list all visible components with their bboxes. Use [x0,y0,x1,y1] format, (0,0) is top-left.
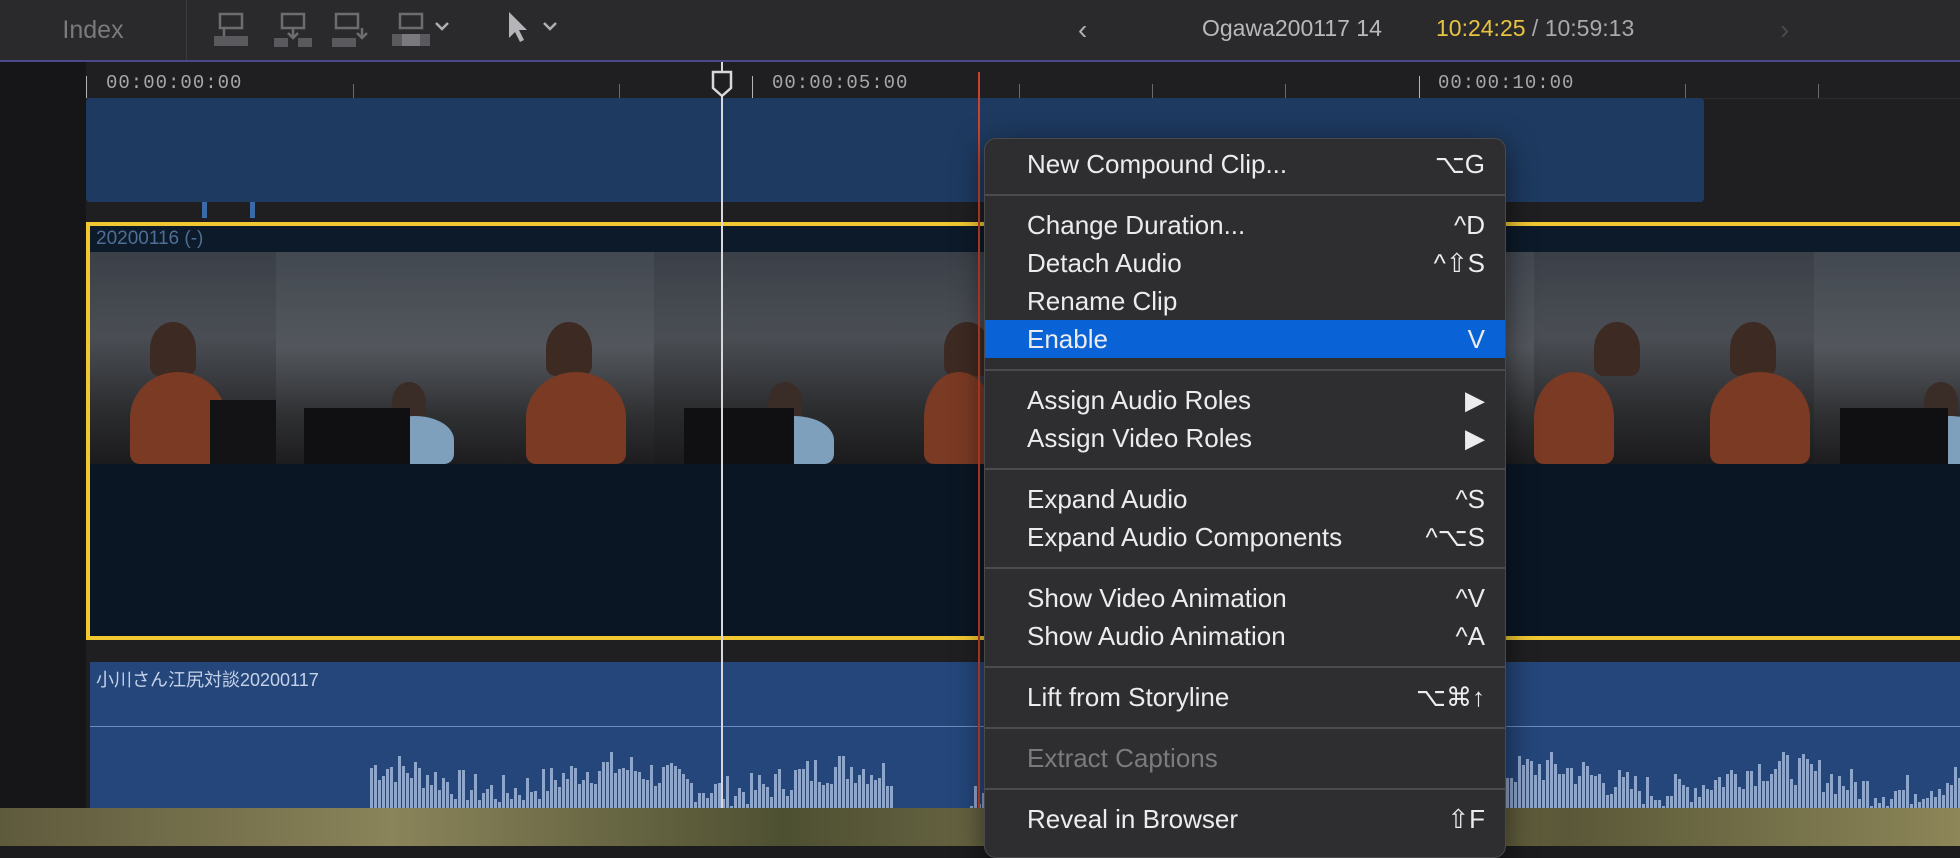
menu-item-assign-video-roles[interactable]: Assign Video Roles ▶ [985,419,1505,457]
submenu-arrow-icon: ▶ [1465,385,1485,415]
clip-connector [202,202,207,218]
menu-item-shortcut: ^S [1455,484,1485,514]
video-clip-name: 20200116 (-) [96,228,204,249]
project-name: Ogawa200117 14 [1202,15,1382,41]
ruler-tick [1685,84,1686,98]
ruler-tick [86,76,87,98]
menu-item-expand-audio[interactable]: Expand Audio ^S [985,480,1505,518]
menu-item-label: Expand Audio [1027,484,1188,514]
menu-item-shortcut: ⇧F [1447,804,1485,834]
clip-connector [250,202,255,218]
menu-item-show-audio-animation[interactable]: Show Audio Animation ^A [985,617,1505,655]
timecode-display: 10:24:25 / 10:59:13 [1436,15,1634,42]
video-thumbnail [654,252,994,464]
select-tool-icon[interactable] [506,10,530,44]
menu-item-reveal-in-browser[interactable]: Reveal in Browser ⇧F [985,800,1505,838]
ruler-tick [619,84,620,98]
menu-separator [985,788,1505,790]
dropdown-chevron-icon[interactable] [434,20,450,32]
ruler-tick [1818,84,1819,98]
timecode-total: 10:59:13 [1544,15,1635,41]
ruler-label: 00:00:05:00 [772,72,909,94]
menu-separator [985,468,1505,470]
submenu-arrow-icon: ▶ [1465,423,1485,453]
menu-item-label: Reveal in Browser [1027,804,1238,834]
video-thumbnail [90,252,276,464]
timecode-current: 10:24:25 [1436,15,1526,41]
menu-item-show-video-animation[interactable]: Show Video Animation ^V [985,579,1505,617]
previous-project-button[interactable]: ‹ [1078,14,1087,46]
menu-item-label: Show Video Animation [1027,583,1287,613]
viewer-background-strip [0,808,1960,846]
menu-item-shortcut: V [1467,324,1485,354]
timeline-ruler[interactable]: 00:00:00:00 00:00:05:00 00:00:10:00 [86,62,1960,99]
menu-item-shortcut: ^⇧S [1433,248,1485,278]
menu-item-label: Assign Audio Roles [1027,385,1252,415]
playhead[interactable] [721,62,723,808]
dropdown-chevron-icon[interactable] [542,20,558,32]
menu-item-label: Detach Audio [1027,248,1182,278]
menu-item-detach-audio[interactable]: Detach Audio ^⇧S [985,244,1505,282]
ruler-tick [353,84,354,98]
index-button[interactable]: Index [0,0,187,60]
overwrite-clip-icon[interactable] [392,12,430,48]
menu-item-label: Extract Captions [1027,743,1218,773]
insert-clip-icon[interactable] [274,12,312,48]
playhead-handle[interactable] [711,70,733,103]
menu-item-change-duration[interactable]: Change Duration... ^D [985,206,1505,244]
menu-item-enable[interactable]: Enable V [985,320,1505,358]
ruler-tick [1285,84,1286,98]
menu-item-shortcut: ^V [1455,583,1485,613]
menu-item-label: Lift from Storyline [1027,682,1230,712]
menu-separator [985,369,1505,371]
ruler-label: 00:00:00:00 [106,72,243,94]
video-thumbnail [1534,252,1814,464]
ruler-tick [1152,84,1153,98]
clip-context-menu: New Compound Clip... ⌥G Change Duration...… [984,138,1506,858]
menu-separator [985,666,1505,668]
menu-item-lift-from-storyline[interactable]: Lift from Storyline ⌥⌘↑ [985,678,1505,716]
next-project-button[interactable]: › [1780,14,1789,46]
menu-item-extract-captions: Extract Captions [985,739,1505,777]
menu-separator [985,194,1505,196]
menu-item-shortcut: ^D [1454,210,1485,240]
menu-item-rename-clip[interactable]: Rename Clip [985,282,1505,320]
ruler-tick [1419,76,1420,98]
menu-item-expand-audio-components[interactable]: Expand Audio Components ^⌥S [985,518,1505,556]
menu-item-label: Change Duration... [1027,210,1246,240]
video-thumbnail [276,252,654,464]
menu-item-shortcut: ⌥G [1434,149,1485,179]
menu-separator [985,567,1505,569]
ruler-label: 00:00:10:00 [1438,72,1575,94]
menu-item-label: Expand Audio Components [1027,522,1343,552]
append-clip-icon[interactable] [332,12,370,48]
menu-item-label: Enable [1027,324,1108,354]
video-thumbnail [1814,252,1960,464]
connect-clip-icon[interactable] [214,12,248,48]
audio-clip-name: 小川さん江尻対談20200117 [96,670,319,690]
menu-item-new-compound-clip[interactable]: New Compound Clip... ⌥G [985,145,1505,183]
menu-item-label: Rename Clip [1027,286,1178,316]
ruler-tick [752,76,753,98]
skimmer-line [978,72,980,808]
menu-item-label: Show Audio Animation [1027,621,1286,651]
timeline-gutter [0,62,86,808]
menu-item-label: New Compound Clip... [1027,149,1288,179]
menu-item-label: Assign Video Roles [1027,423,1252,453]
timeline-toolbar: Index ‹ Ogawa200117 14 10:24:25 / 10:59:… [0,0,1960,62]
menu-item-shortcut: ^⌥S [1425,522,1485,552]
menu-item-assign-audio-roles[interactable]: Assign Audio Roles ▶ [985,381,1505,419]
menu-separator [985,727,1505,729]
ruler-tick [1019,84,1020,98]
menu-item-shortcut: ⌥⌘↑ [1416,682,1485,712]
menu-item-shortcut: ^A [1455,621,1485,651]
timecode-separator: / [1525,15,1545,41]
